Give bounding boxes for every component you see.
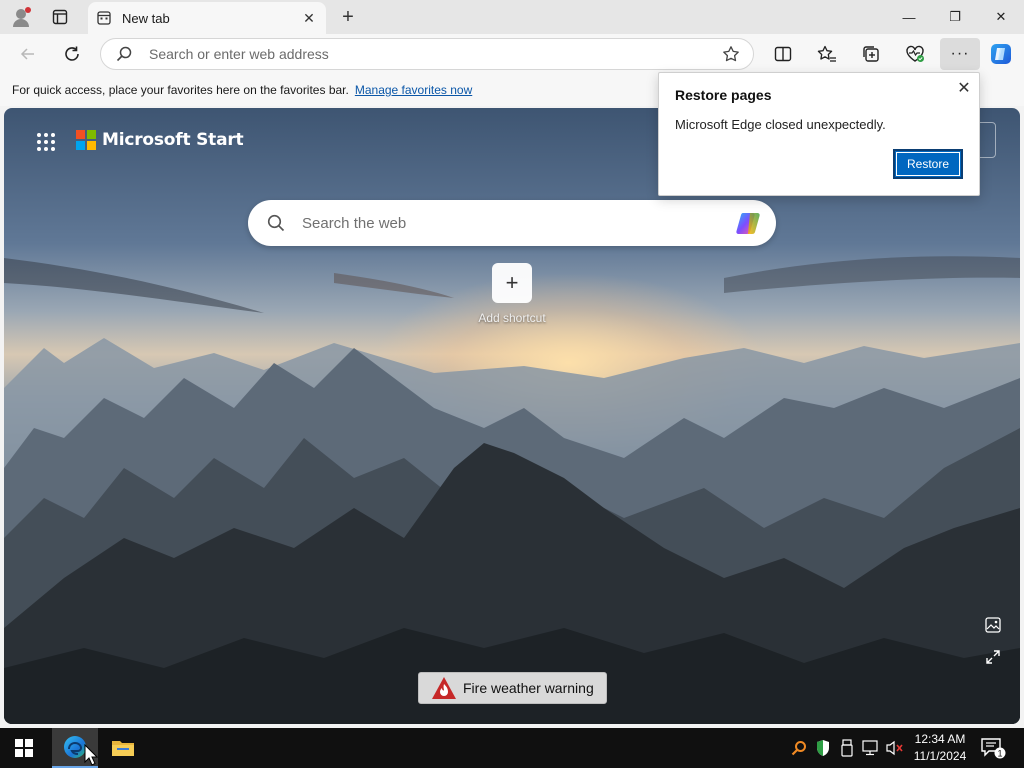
mouse-cursor-icon bbox=[84, 744, 98, 766]
fire-icon bbox=[431, 676, 457, 700]
favorites-button[interactable] bbox=[812, 40, 842, 68]
back-button[interactable] bbox=[14, 40, 42, 68]
copilot-button[interactable] bbox=[986, 40, 1016, 68]
collections-button[interactable] bbox=[856, 40, 886, 68]
tray-search-icon[interactable] bbox=[790, 738, 808, 758]
copilot-icon bbox=[991, 44, 1011, 64]
manage-favorites-link[interactable]: Manage favorites now bbox=[355, 83, 472, 97]
browser-essentials-icon bbox=[906, 45, 924, 62]
fire-weather-warning-badge[interactable]: Fire weather warning bbox=[418, 672, 607, 704]
address-input[interactable] bbox=[149, 46, 721, 62]
windows-start-icon bbox=[15, 739, 33, 757]
close-window-button[interactable]: ✕ bbox=[978, 0, 1024, 34]
volume-muted-icon[interactable] bbox=[886, 738, 904, 758]
notification-icon: 1 bbox=[981, 738, 1006, 759]
title-bar: New tab ✕ + — ❐ ✕ bbox=[0, 0, 1024, 34]
split-screen-button[interactable] bbox=[768, 40, 798, 68]
notification-center-button[interactable]: 1 bbox=[980, 736, 1006, 760]
system-clock[interactable]: 12:34 AM 11/1/2024 bbox=[910, 731, 970, 765]
expand-icon[interactable] bbox=[984, 648, 1002, 666]
web-search-box[interactable] bbox=[248, 200, 776, 246]
usb-device-icon[interactable] bbox=[838, 738, 856, 758]
maximize-button[interactable]: ❐ bbox=[932, 0, 978, 34]
split-screen-icon bbox=[774, 46, 792, 62]
refresh-icon bbox=[65, 46, 79, 61]
refresh-button[interactable] bbox=[58, 40, 86, 68]
plus-icon: + bbox=[492, 263, 532, 303]
restore-pages-dialog: Restore pages Microsoft Edge closed unex… bbox=[658, 72, 980, 196]
search-icon bbox=[266, 213, 286, 233]
more-button[interactable]: ··· bbox=[940, 38, 980, 70]
new-tab-button[interactable]: + bbox=[334, 4, 362, 30]
profile-icon bbox=[13, 7, 31, 27]
tab-actions-icon bbox=[52, 9, 68, 25]
newtab-page-icon bbox=[96, 10, 112, 26]
microsoft-start-logo[interactable]: Microsoft Start bbox=[76, 130, 244, 150]
clock-time: 12:34 AM bbox=[914, 732, 966, 746]
brand-name: Microsoft Start bbox=[102, 130, 244, 150]
microsoft-logo bbox=[76, 130, 96, 150]
security-shield-icon[interactable] bbox=[814, 738, 832, 758]
tab-title: New tab bbox=[122, 10, 170, 26]
star-icon[interactable] bbox=[721, 44, 741, 64]
tab-new-tab[interactable]: New tab ✕ bbox=[88, 2, 326, 34]
copilot-icon[interactable] bbox=[734, 208, 764, 238]
address-bar[interactable] bbox=[100, 38, 754, 70]
more-icon: ··· bbox=[950, 45, 970, 62]
clock-date: 11/1/2024 bbox=[913, 749, 967, 763]
add-shortcut-label: Add shortcut bbox=[478, 311, 546, 325]
taskbar-file-explorer-button[interactable] bbox=[100, 728, 146, 768]
restore-dialog-title: Restore pages bbox=[675, 87, 772, 103]
close-icon[interactable]: ✕ bbox=[955, 79, 973, 97]
restore-dialog-message: Microsoft Edge closed unexpectedly. bbox=[675, 117, 886, 132]
favorites-bar-message: For quick access, place your favorites h… bbox=[12, 83, 349, 97]
toolbar: ··· bbox=[0, 34, 1024, 74]
minimize-button[interactable]: — bbox=[886, 0, 932, 34]
tab-actions-button[interactable] bbox=[46, 4, 74, 30]
favorites-icon bbox=[817, 45, 836, 62]
add-shortcut-button[interactable]: + Add shortcut bbox=[472, 263, 552, 325]
restore-button[interactable]: Restore bbox=[893, 149, 963, 179]
profile-button[interactable] bbox=[8, 4, 36, 30]
start-button[interactable] bbox=[0, 728, 48, 768]
fire-warning-text: Fire weather warning bbox=[463, 680, 594, 696]
browser-essentials-button[interactable] bbox=[900, 40, 930, 68]
apps-grid-icon[interactable] bbox=[34, 130, 58, 154]
tab-close-icon[interactable]: ✕ bbox=[300, 9, 318, 27]
back-icon bbox=[20, 48, 34, 60]
image-info-icon[interactable] bbox=[984, 616, 1002, 634]
new-tab-page: Microsoft Start Search the web + Add sho… bbox=[4, 108, 1020, 724]
web-search-input[interactable] bbox=[302, 214, 734, 232]
search-icon bbox=[115, 45, 133, 63]
taskbar: 12:34 AM 11/1/2024 1 bbox=[0, 728, 1024, 768]
collections-icon bbox=[863, 46, 879, 62]
file-explorer-icon bbox=[112, 741, 134, 756]
network-icon[interactable] bbox=[862, 738, 880, 758]
notification-count: 1 bbox=[997, 749, 1002, 759]
